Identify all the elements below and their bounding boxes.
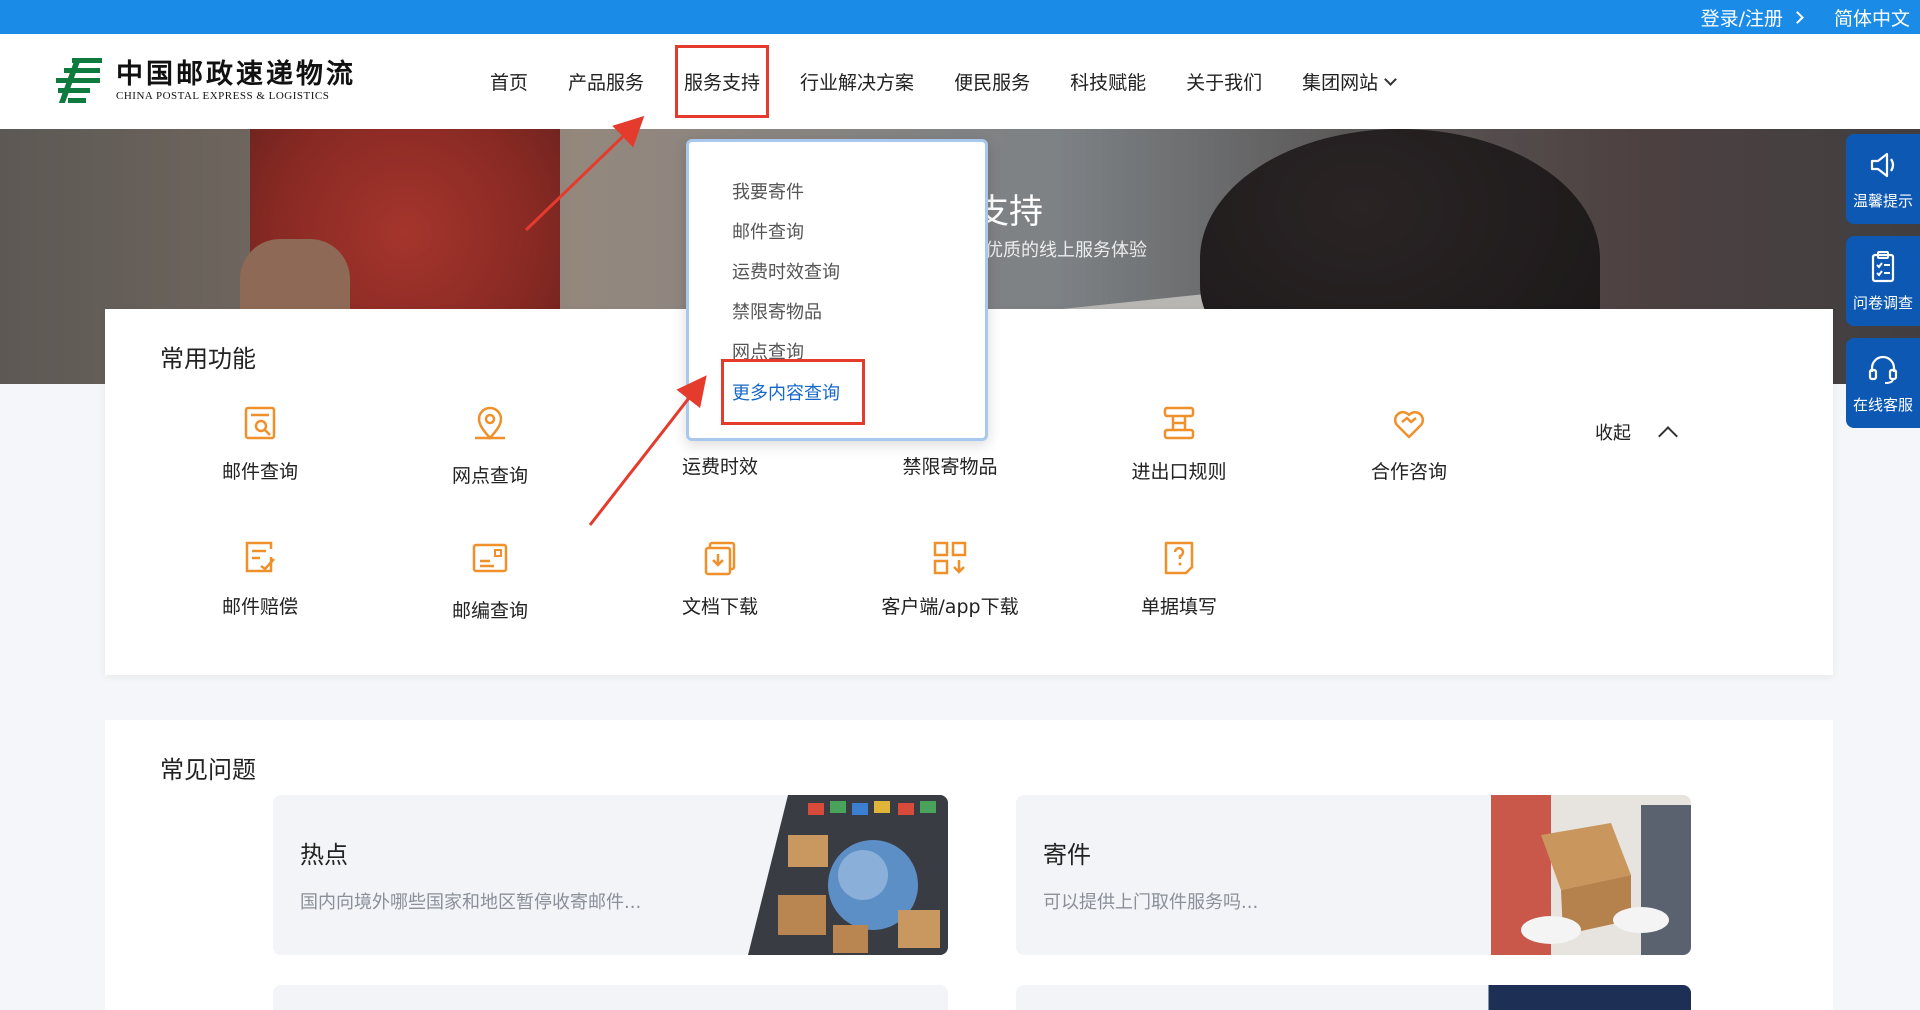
annotation-arrows (524, 115, 707, 526)
arrow-to-more (588, 375, 707, 526)
arrow-to-nav (524, 115, 645, 232)
